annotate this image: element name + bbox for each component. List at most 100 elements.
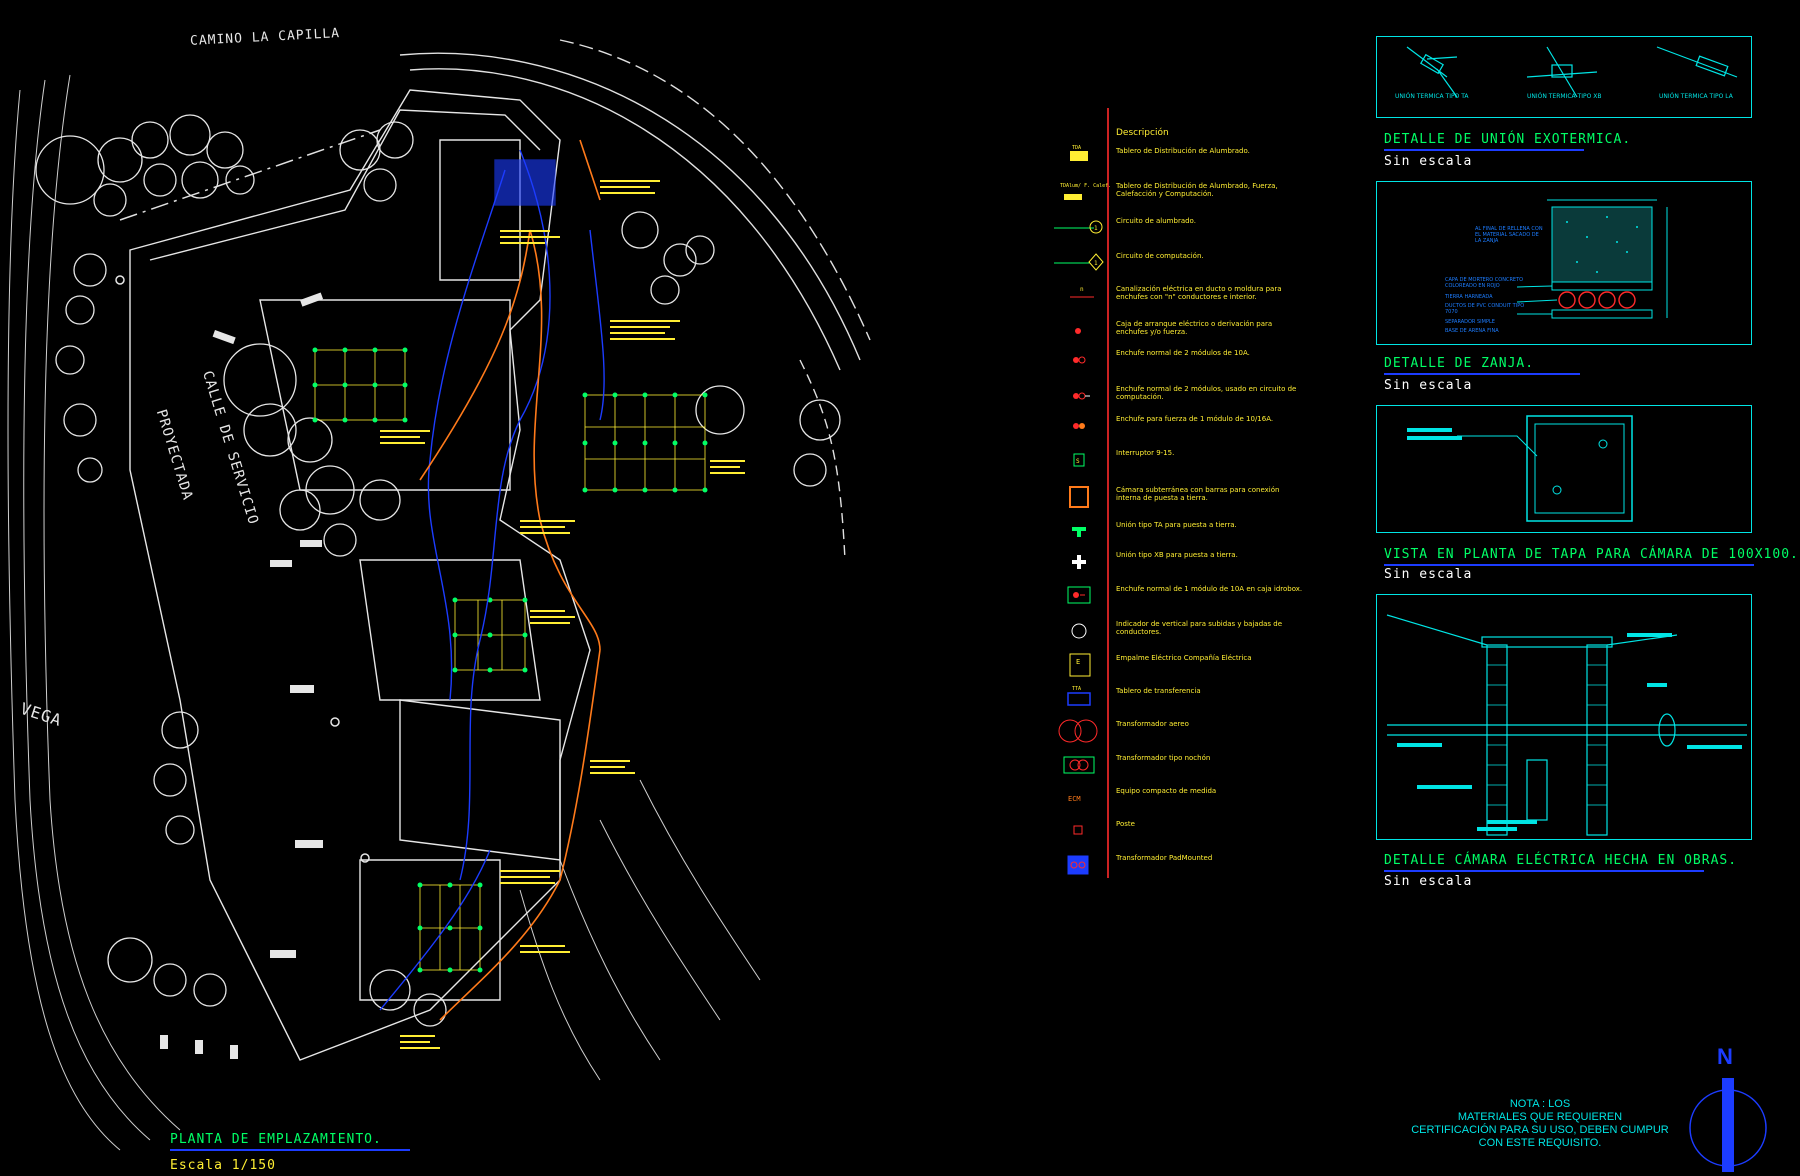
legend-item-duct: n Canalización eléctrica en ducto o moldu… xyxy=(1050,283,1282,309)
detail-tapa-frame xyxy=(1376,405,1752,533)
zanja-label-separador: SEPARADOR SIMPLE xyxy=(1445,319,1495,325)
svg-text:TDAlum/ F. Calef. y Comp.: TDAlum/ F. Calef. y Comp. xyxy=(1060,183,1110,189)
building-outline xyxy=(129,89,591,1061)
svg-text:1: 1 xyxy=(1094,225,1098,232)
zanja-label-mortero: CAPA DE MORTERO CONCRETO COLOREADO EN RO… xyxy=(1445,277,1524,289)
chamber-icon xyxy=(1069,486,1089,508)
legend-item-meter: ECM Equipo compacto de medida xyxy=(1050,785,1280,811)
transfer-icon: TTA xyxy=(1067,686,1091,706)
zanja-label-relleno: AL FINAL DE RELLENA CON EL MATERIAL SACA… xyxy=(1475,226,1543,244)
legend-item-text: Unión tipo XB para puesta a tierra. xyxy=(1116,551,1238,559)
legend-item-text: Tablero de transferencia xyxy=(1116,687,1201,695)
legend-item-text: Equipo compacto de medida xyxy=(1116,787,1217,795)
detail-camara-title: DETALLE CÁMARA ELÉCTRICA HECHA EN OBRAS. xyxy=(1384,853,1736,872)
legend-item-text: Enchufe para fuerza de 1 módulo de 10/16… xyxy=(1116,415,1274,423)
detail-zanja-scale: Sin escala xyxy=(1384,378,1473,393)
svg-text:E: E xyxy=(1076,658,1080,666)
legend-item-text: Poste xyxy=(1116,820,1135,828)
legend-item-transformer-aereo: Transformador aereo xyxy=(1050,718,1280,744)
exotermica-label-ta: UNIÓN TERMICA TIPO TA xyxy=(1395,93,1469,100)
legend-item-transformer-nocha: Transformador tipo nochón xyxy=(1050,752,1280,778)
blue-circuits xyxy=(379,149,605,1011)
detail-camara-frame xyxy=(1376,594,1752,840)
svg-text:ECM: ECM xyxy=(1068,795,1081,803)
legend-item-pole: Poste xyxy=(1050,818,1280,844)
legend-item-text: Transformador PadMounted xyxy=(1116,854,1213,862)
duct-icon: n xyxy=(1070,286,1094,298)
note-line-4: CON ESTE REQUISITO. xyxy=(1478,1137,1602,1149)
detail-exotermica-title: DETALLE DE UNIÓN EXOTERMICA. xyxy=(1384,132,1630,151)
legend-item-outlet-power: Enchufe para fuerza de 1 módulo de 10/16… xyxy=(1050,413,1280,439)
legend-item-circuit-computing: 1 Circuito de computación. xyxy=(1050,250,1280,276)
legend-item-text: Caja de arranque eléctrico o derivación … xyxy=(1116,320,1273,336)
legend-item-text: Transformador tipo nochón xyxy=(1116,754,1211,762)
detail-tapa-title: VISTA EN PLANTA DE TAPA PARA CÁMARA DE 1… xyxy=(1384,547,1798,566)
zanja-drawing xyxy=(1516,199,1668,319)
note-line-1: NOTA : LOS xyxy=(1509,1098,1571,1110)
legend-item-text: Enchufe normal de 2 módulos de 10A. xyxy=(1116,349,1250,357)
legend-item-text: Unión tipo TA para puesta a tierra. xyxy=(1116,521,1237,529)
camara-drawing xyxy=(1386,614,1747,836)
legend-header: Descripción xyxy=(1116,128,1169,138)
legend-item-text: Enchufe normal de 1 módulo de 10A en caj… xyxy=(1116,585,1303,593)
legend-item-union-ta: Unión tipo TA para puesta a tierra. xyxy=(1050,519,1280,545)
legend-item-union-xb: Unión tipo XB para puesta a tierra. xyxy=(1050,549,1280,575)
legend-item-text: Empalme Eléctrico Compañía Eléctrica xyxy=(1116,654,1252,662)
north-label: N xyxy=(1717,1044,1733,1069)
tda-combo-icon: TDAlum/ F. Calef. y Comp. xyxy=(1060,183,1110,200)
legend-item-text: Tablero de Distribución de Alumbrado, Fu… xyxy=(1116,182,1278,198)
legend-item-text: Circuito de alumbrado. xyxy=(1116,217,1196,225)
zanja-label-base: BASE DE ARENA FINA xyxy=(1445,328,1499,334)
legend-item-text: Canalización eléctrica en ducto o moldur… xyxy=(1116,285,1282,301)
outlet-2-icon xyxy=(1073,356,1086,364)
note-line-2: MATERIALES QUE REQUIEREN xyxy=(1457,1111,1623,1123)
exotermica-label-xb: UNIÓN TERMICA TIPO XB xyxy=(1527,93,1602,100)
legend-item-outlet-2: Enchufe normal de 2 módulos de 10A. xyxy=(1050,347,1280,373)
yellow-annotations xyxy=(380,180,745,1049)
legend-item-padmounted: Transformador PadMounted xyxy=(1050,852,1280,878)
legend-item-tda-box: TDA Tablero de Distribución de Alumbrado. xyxy=(1050,145,1280,171)
material-note: NOTA : LOS MATERIALES QUE REQUIEREN CERT… xyxy=(1390,1098,1690,1150)
detail-exotermica-scale: Sin escala xyxy=(1384,154,1473,169)
legend-item-empalme: E Empalme Eléctrico Compañía Eléctrica xyxy=(1050,652,1280,678)
svg-text:TTA: TTA xyxy=(1072,686,1081,692)
empalme-icon: E xyxy=(1069,653,1091,677)
legend-item-junction-box: Caja de arranque eléctrico o derivación … xyxy=(1050,318,1280,344)
pole-icon xyxy=(1073,825,1083,835)
legend-item-tda-combo: TDAlum/ F. Calef. y Comp. Tablero de Dist… xyxy=(1050,180,1280,206)
legend-item-text: Cámara subterránea con barras para conex… xyxy=(1116,486,1280,502)
orange-feeders xyxy=(419,139,601,1021)
detail-tapa-scale: Sin escala xyxy=(1384,567,1473,582)
junction-box-icon xyxy=(1075,328,1081,334)
detail-zanja-frame: AL FINAL DE RELLENA CON EL MATERIAL SACA… xyxy=(1376,181,1752,345)
detail-camara-scale: Sin escala xyxy=(1384,874,1473,889)
transformer-aereo-icon xyxy=(1058,719,1098,743)
legend-item-outlet-box: Enchufe normal de 1 módulo de 10A en caj… xyxy=(1050,583,1302,609)
svg-text:1: 1 xyxy=(1094,260,1098,267)
union-xb-icon xyxy=(1072,555,1086,569)
tda-box-icon: TDA xyxy=(1070,145,1088,161)
outlet-comp-icon xyxy=(1073,392,1090,400)
legend-item-text: Interruptor 9-15. xyxy=(1116,449,1175,457)
svg-text:n: n xyxy=(1080,286,1084,293)
meter-icon: ECM xyxy=(1068,795,1081,803)
legend-item-chamber: Cámara subterránea con barras para conex… xyxy=(1050,484,1280,510)
trees xyxy=(35,114,841,1027)
legend-item-text: Tablero de Distribución de Alumbrado. xyxy=(1116,147,1250,155)
site-plan-title: PLANTA DE EMPLAZAMIENTO. xyxy=(170,1132,410,1151)
outlet-box-icon xyxy=(1067,586,1091,604)
site-plan-drawing xyxy=(7,39,871,1151)
svg-text:S: S xyxy=(1076,458,1080,465)
circuit-computing-icon: 1 xyxy=(1054,253,1104,271)
padmounted-icon xyxy=(1067,855,1089,875)
union-ta-icon xyxy=(1072,527,1086,537)
legend-item-switch: S Interruptor 9-15. xyxy=(1050,447,1280,473)
detail-exotermica-frame: UNIÓN TERMICA TIPO TA UNIÓN TERMICA TIPO… xyxy=(1376,36,1752,118)
switch-icon: S xyxy=(1073,453,1085,467)
legend-item-text: Transformador aereo xyxy=(1116,720,1189,728)
zanja-label-tierra: TIERRA HARNEADA xyxy=(1445,294,1493,300)
legend-item-outlet-comp: Enchufe normal de 2 módulos, usado en ci… xyxy=(1050,383,1296,409)
legend-item-text: Circuito de computación. xyxy=(1116,252,1204,260)
legend-item-circuit-lighting: 1 Circuito de alumbrado. xyxy=(1050,215,1280,241)
circuit-lighting-icon: 1 xyxy=(1054,220,1103,234)
